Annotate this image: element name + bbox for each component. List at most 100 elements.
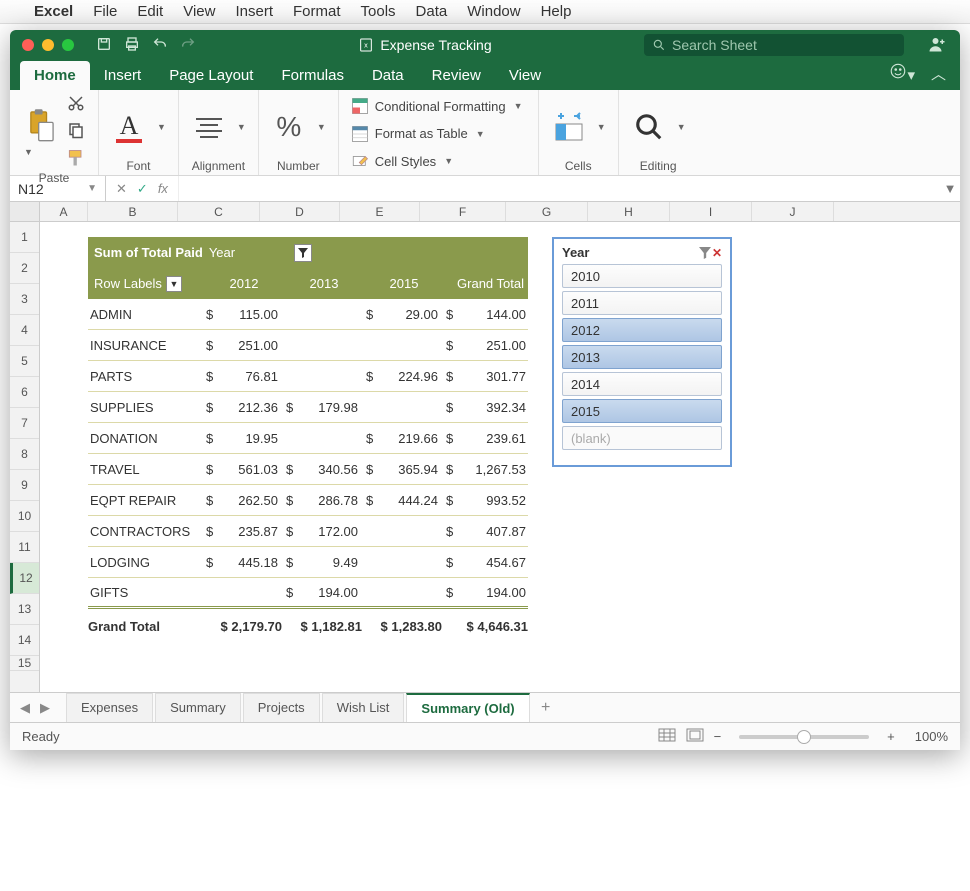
row-header-13[interactable]: 13 [10,594,39,625]
row-header-4[interactable]: 4 [10,315,39,346]
alignment-button[interactable] [191,109,227,145]
share-button[interactable] [914,35,960,56]
col-header-H[interactable]: H [588,202,670,221]
row-header-6[interactable]: 6 [10,377,39,408]
paste-button[interactable] [22,107,58,143]
cells-button[interactable] [551,109,587,145]
col-header-G[interactable]: G [506,202,588,221]
row-header-2[interactable]: 2 [10,253,39,284]
name-box[interactable]: N12▼ [10,176,106,201]
col-header-C[interactable]: C [178,202,260,221]
minimize-icon[interactable] [42,39,54,51]
number-button[interactable]: % [271,109,307,145]
view-page-layout-icon[interactable] [686,728,704,745]
redo-icon[interactable] [180,36,196,55]
row-header-11[interactable]: 11 [10,532,39,563]
slicer-item-2010[interactable]: 2010 [562,264,722,288]
row-header-9[interactable]: 9 [10,470,39,501]
cancel-formula-icon[interactable]: ✕ [116,181,127,197]
col-header-A[interactable]: A [40,202,88,221]
menu-data[interactable]: Data [416,3,448,20]
menu-help[interactable]: Help [541,3,572,20]
format-as-table-button[interactable]: Format as Table▼ [351,122,485,146]
format-painter-icon[interactable] [66,148,86,171]
pivot-row[interactable]: LODGING$445.18$9.49$454.67 [88,547,528,578]
pivot-row[interactable]: PARTS$76.81$224.96$301.77 [88,361,528,392]
sheet-tab-summary-old-[interactable]: Summary (Old) [406,693,529,722]
tab-formulas[interactable]: Formulas [267,61,358,90]
col-header-D[interactable]: D [260,202,340,221]
menu-tools[interactable]: Tools [361,3,396,20]
row-header-3[interactable]: 3 [10,284,39,315]
cell-styles-button[interactable]: Cell Styles▼ [351,149,453,173]
zoom-out-icon[interactable]: − [714,729,722,744]
col-header-I[interactable]: I [670,202,752,221]
conditional-formatting-button[interactable]: Conditional Formatting▼ [351,94,523,118]
accept-formula-icon[interactable]: ✓ [137,181,148,197]
sheet-tab-summary[interactable]: Summary [155,693,241,722]
menu-edit[interactable]: Edit [137,3,163,20]
sheet-nav-prev-icon[interactable]: ◀ [20,700,30,716]
row-header-15[interactable]: 15 [10,656,39,671]
collapse-ribbon-icon[interactable]: ︿ [931,63,946,84]
view-normal-icon[interactable] [658,728,676,745]
pivot-row[interactable]: ADMIN$115.00$29.00$144.00 [88,299,528,330]
save-icon[interactable] [96,36,112,55]
slicer-clear-filter-icon[interactable]: ✕ [699,246,722,260]
font-button[interactable]: A [111,109,147,145]
sheet-nav-next-icon[interactable]: ▶ [40,700,50,716]
tab-page-layout[interactable]: Page Layout [155,61,267,90]
row-header-1[interactable]: 1 [10,222,39,253]
col-header-B[interactable]: B [88,202,178,221]
row-header-10[interactable]: 10 [10,501,39,532]
row-header-8[interactable]: 8 [10,439,39,470]
pivot-row[interactable]: TRAVEL$561.03$340.56$365.94$1,267.53 [88,454,528,485]
menu-insert[interactable]: Insert [235,3,273,20]
col-header-E[interactable]: E [340,202,420,221]
app-name[interactable]: Excel [34,3,73,20]
fx-icon[interactable]: fx [158,181,168,196]
sheet-tab-wish-list[interactable]: Wish List [322,693,405,722]
menu-view[interactable]: View [183,3,215,20]
copy-icon[interactable] [67,121,85,142]
row-header-7[interactable]: 7 [10,408,39,439]
tab-home[interactable]: Home [20,61,90,90]
pivot-row[interactable]: DONATION$19.95$219.66$239.61 [88,423,528,454]
pivot-rowlabels-dropdown-icon[interactable]: ▼ [166,276,182,292]
tab-data[interactable]: Data [358,61,418,90]
pivot-row[interactable]: SUPPLIES$212.36$179.98$392.34 [88,392,528,423]
pivot-row[interactable]: CONTRACTORS$235.87$172.00$407.87 [88,516,528,547]
slicer-item-blank[interactable]: (blank) [562,426,722,450]
editing-button[interactable] [631,109,667,145]
pivot-row[interactable]: INSURANCE$251.00$251.00 [88,330,528,361]
add-sheet-button[interactable]: + [532,699,560,717]
slicer-item-2011[interactable]: 2011 [562,291,722,315]
search-sheet-input[interactable]: Search Sheet [644,34,904,56]
expand-formula-bar-icon[interactable]: ▼ [940,181,960,196]
formula-input[interactable] [179,176,940,201]
menu-window[interactable]: Window [467,3,520,20]
row-header-5[interactable]: 5 [10,346,39,377]
select-all-corner[interactable] [10,202,39,222]
close-icon[interactable] [22,39,34,51]
slicer-item-2015[interactable]: 2015 [562,399,722,423]
grid-body[interactable]: Sum of Total Paid Year Row Labels▼ 2012 … [40,222,960,692]
zoom-slider[interactable] [739,735,869,739]
cut-icon[interactable] [67,94,85,115]
print-icon[interactable] [124,36,140,55]
col-header-J[interactable]: J [752,202,834,221]
slicer-year[interactable]: Year ✕ 201020112012201320142015 (blank) [552,237,732,467]
undo-icon[interactable] [152,36,168,55]
tab-review[interactable]: Review [418,61,495,90]
zoom-in-icon[interactable]: + [887,729,895,744]
sheet-tab-projects[interactable]: Projects [243,693,320,722]
slicer-item-2014[interactable]: 2014 [562,372,722,396]
slicer-item-2013[interactable]: 2013 [562,345,722,369]
emoji-icon[interactable]: ▾ [889,62,915,84]
tab-view[interactable]: View [495,61,555,90]
slicer-item-2012[interactable]: 2012 [562,318,722,342]
menu-file[interactable]: File [93,3,117,20]
row-header-14[interactable]: 14 [10,625,39,656]
pivot-year-filter-icon[interactable] [294,244,312,262]
maximize-icon[interactable] [62,39,74,51]
